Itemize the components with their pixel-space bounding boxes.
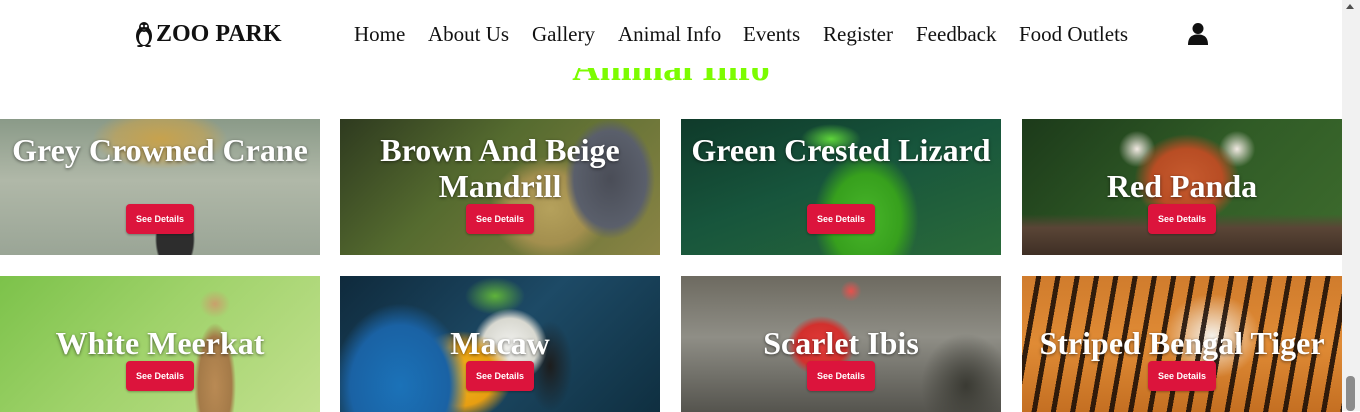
see-details-button[interactable]: See Details: [807, 361, 875, 391]
animal-card-scarlet-ibis[interactable]: Scarlet Ibis See Details: [681, 276, 1001, 412]
see-details-button[interactable]: See Details: [1148, 361, 1216, 391]
nav-link-register[interactable]: Register: [823, 22, 893, 47]
card-title: Red Panda: [1106, 168, 1258, 204]
nav-link-home[interactable]: Home: [354, 22, 405, 47]
nav-link-events[interactable]: Events: [743, 22, 800, 47]
animal-card-white-meerkat[interactable]: White Meerkat See Details: [0, 276, 320, 412]
animal-card-red-panda[interactable]: Red Panda See Details: [1022, 119, 1342, 255]
card-title: Macaw: [450, 325, 550, 361]
card-title: Striped Bengal Tiger: [1039, 325, 1325, 361]
card-title: Green Crested Lizard: [691, 132, 991, 168]
card-title: Grey Crowned Crane: [12, 132, 308, 168]
see-details-button[interactable]: See Details: [126, 204, 194, 234]
see-details-button[interactable]: See Details: [126, 361, 194, 391]
animal-card-grey-crowned-crane[interactable]: Grey Crowned Crane See Details: [0, 119, 320, 255]
brand-name: ZOO PARK: [156, 20, 282, 47]
brand-logo[interactable]: ZOO PARK: [133, 18, 282, 50]
see-details-button[interactable]: See Details: [807, 204, 875, 234]
penguin-icon: [133, 21, 155, 47]
see-details-button[interactable]: See Details: [466, 204, 534, 234]
nav-link-gallery[interactable]: Gallery: [532, 22, 595, 47]
animal-card-green-crested-lizard[interactable]: Green Crested Lizard See Details: [681, 119, 1001, 255]
user-icon[interactable]: [1187, 22, 1209, 46]
animal-card-macaw[interactable]: Macaw See Details: [340, 276, 660, 412]
scrollbar-thumb[interactable]: [1346, 376, 1355, 411]
nav-link-feedback[interactable]: Feedback: [916, 22, 996, 47]
animal-card-mandrill[interactable]: Brown And Beige Mandrill See Details: [340, 119, 660, 255]
card-title: White Meerkat: [55, 325, 265, 361]
nav-link-about-us[interactable]: About Us: [428, 22, 509, 47]
scrollbar-track[interactable]: [1342, 0, 1360, 411]
scroll-up-arrow-icon[interactable]: [1346, 4, 1354, 9]
nav-link-food-outlets[interactable]: Food Outlets: [1019, 22, 1128, 47]
card-title: Brown And Beige Mandrill: [380, 132, 620, 204]
navbar: ZOO PARK Home About Us Gallery Animal In…: [0, 0, 1342, 68]
card-title: Scarlet Ibis: [763, 325, 919, 361]
see-details-button[interactable]: See Details: [466, 361, 534, 391]
nav-link-animal-info[interactable]: Animal Info: [618, 22, 721, 47]
animal-card-striped-bengal-tiger[interactable]: Striped Bengal Tiger See Details: [1022, 276, 1342, 412]
see-details-button[interactable]: See Details: [1148, 204, 1216, 234]
